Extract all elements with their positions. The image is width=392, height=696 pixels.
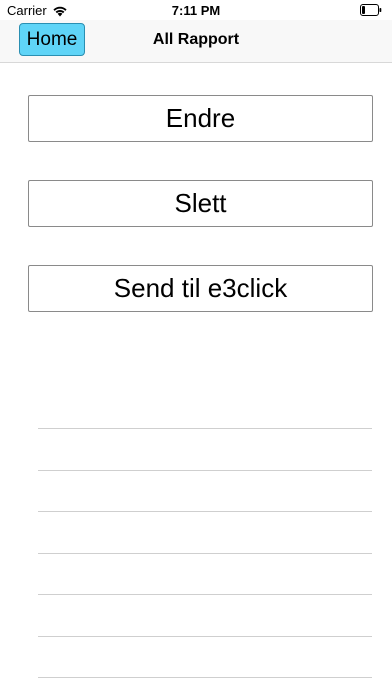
row-separator [38,428,372,429]
row-separator [38,677,372,678]
send-to-e3click-button[interactable]: Send til e3click [28,265,373,312]
row-separator [38,594,372,595]
status-time: 7:11 PM [171,3,221,18]
row-separator [38,636,372,637]
battery-icon [360,4,382,16]
row-separator [38,511,372,512]
status-bar: Carrier 7:11 PM [0,0,392,20]
edit-button[interactable]: Endre [28,95,373,142]
navigation-bar: Home All Rapport [0,20,392,63]
page-title: All Rapport [152,31,240,48]
delete-button[interactable]: Slett [28,180,373,227]
row-separator [38,553,372,554]
row-separator [38,470,372,471]
